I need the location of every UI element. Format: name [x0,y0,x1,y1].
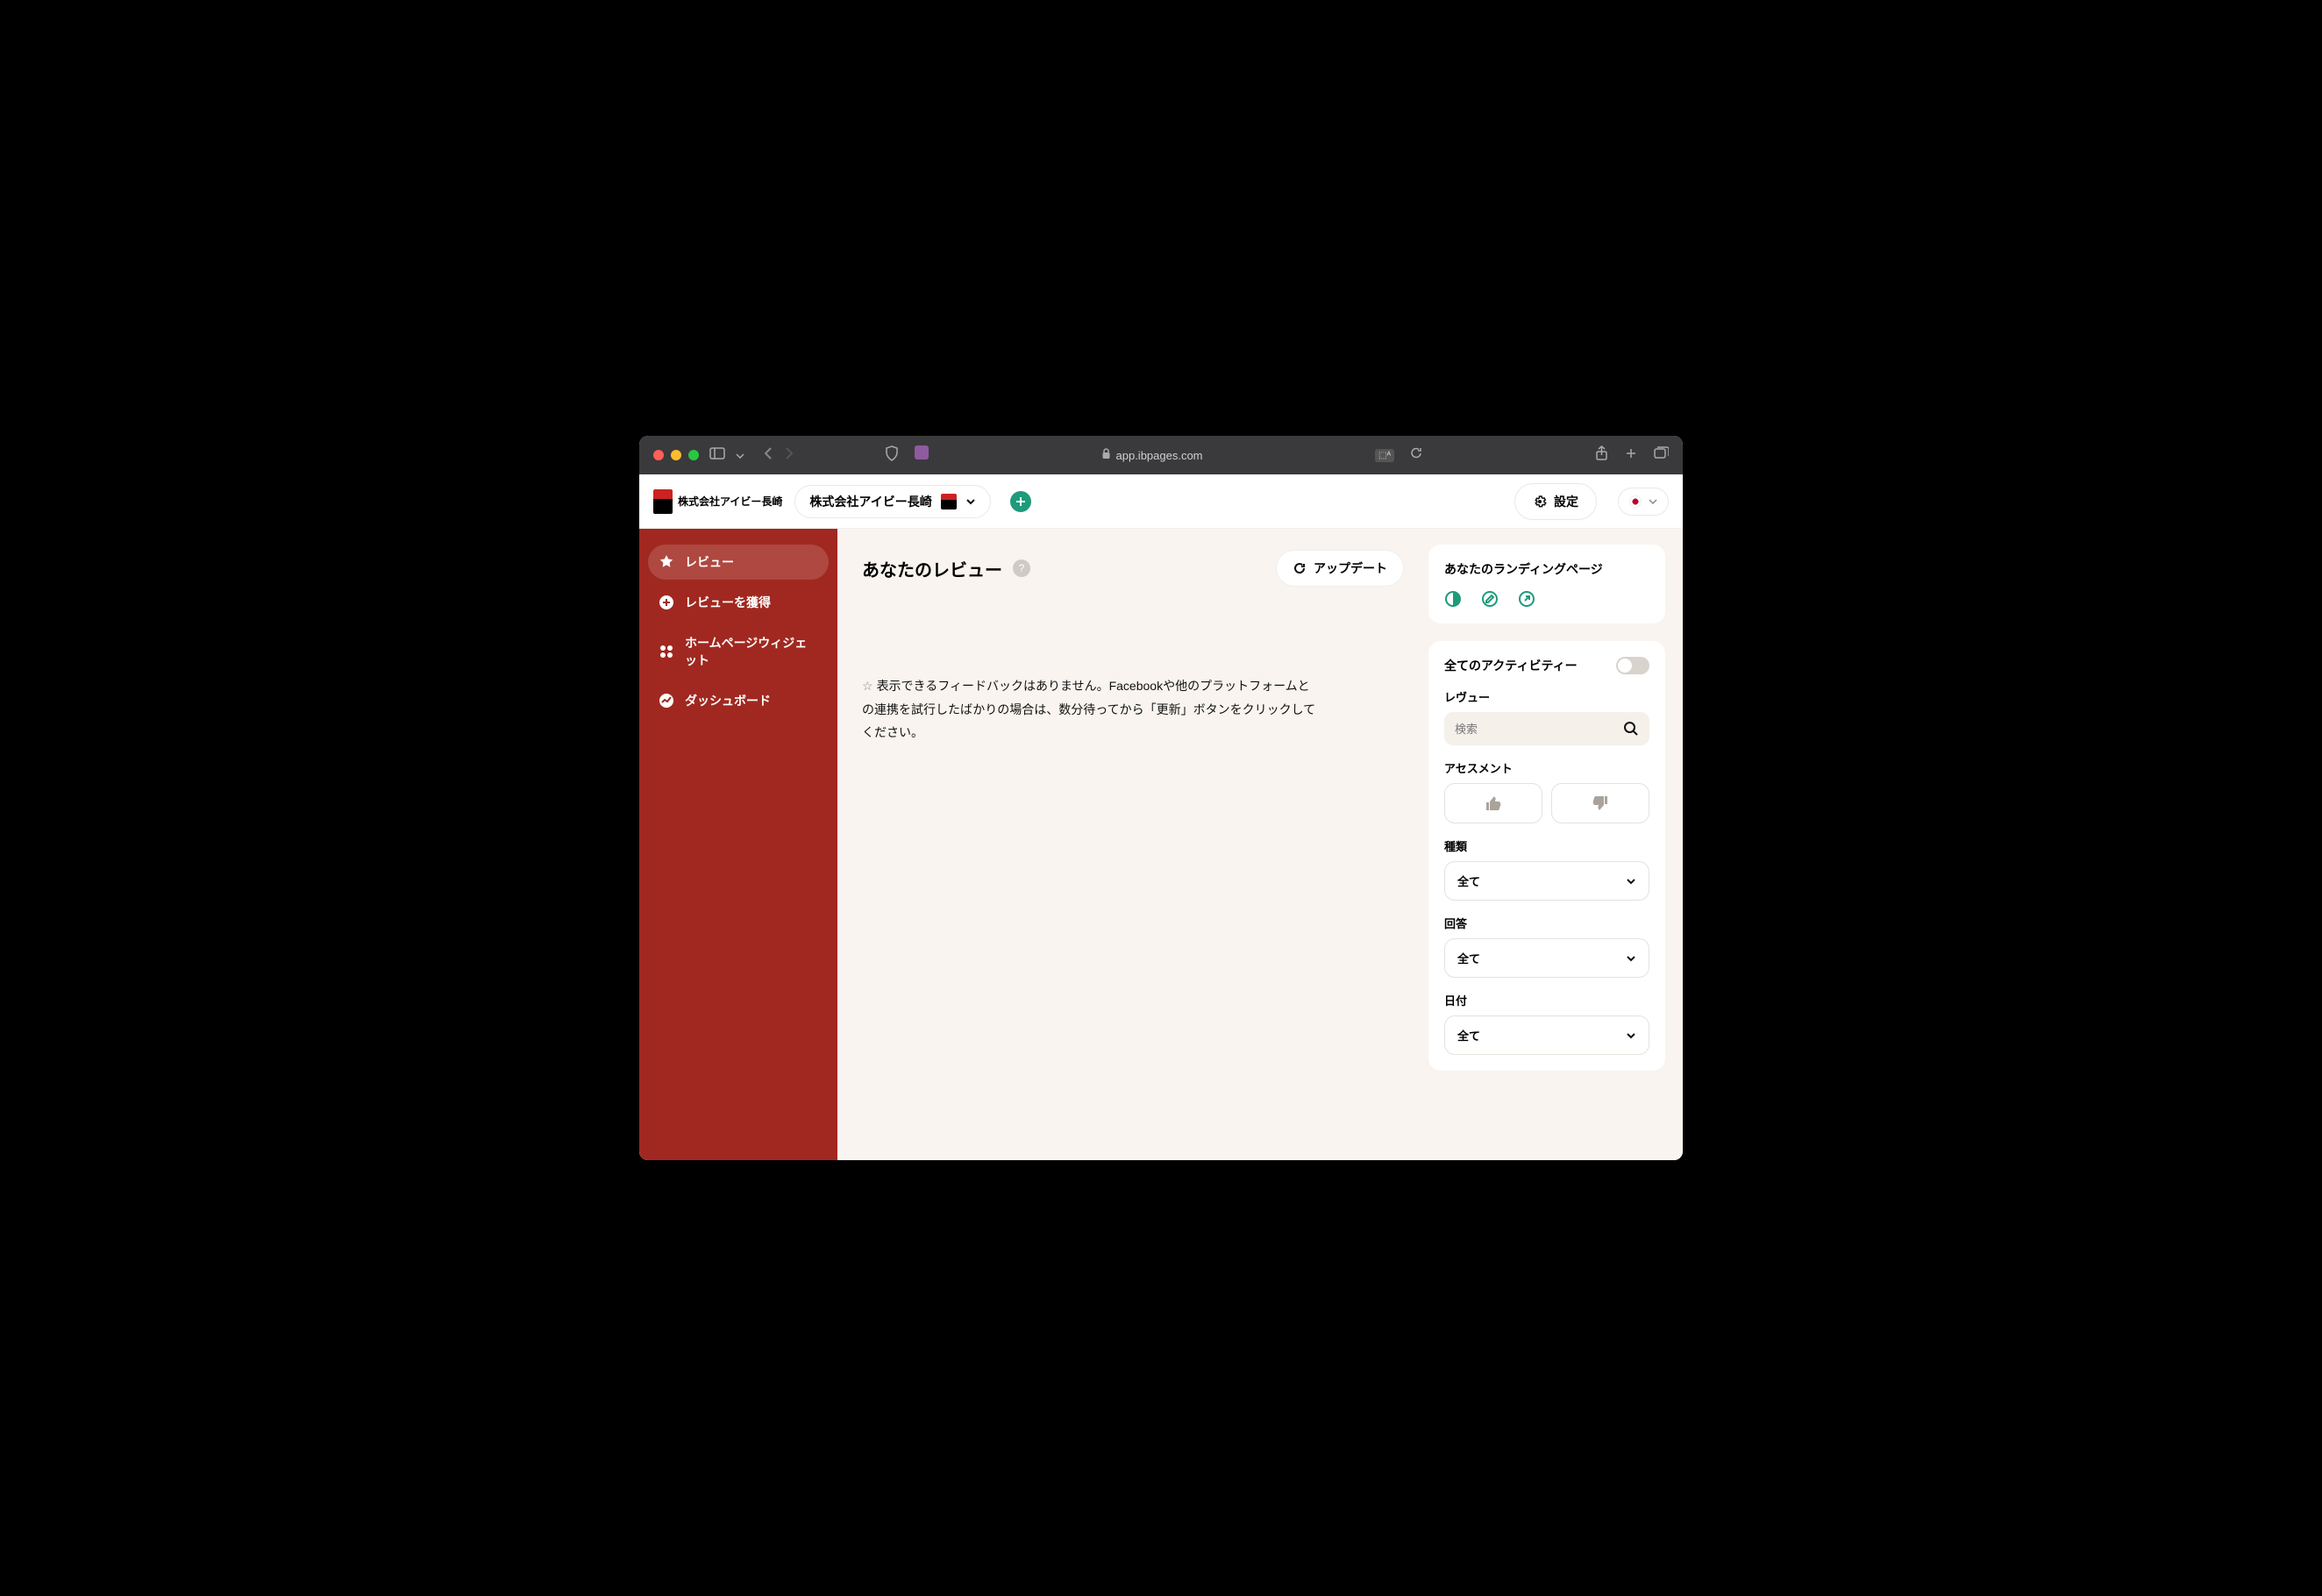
org-mini-logo-icon [941,494,957,509]
open-landing-icon[interactable] [1518,590,1535,608]
chevron-down-icon[interactable] [736,447,744,463]
refresh-icon [1293,561,1307,575]
browser-toolbar: app.ibpages.com ⬚ᴬ [639,436,1683,474]
add-button[interactable] [1010,491,1031,512]
grid-icon [659,644,674,659]
reload-icon[interactable] [1410,446,1423,464]
chevron-down-icon [1626,878,1636,885]
activity-title: 全てのアクティビティー [1444,657,1578,674]
chevron-down-icon [1626,955,1636,962]
thumbs-up-icon [1485,794,1502,812]
chevron-down-icon [1626,1032,1636,1039]
logo-icon [653,489,673,514]
sidebar-toggle-icon[interactable] [709,447,725,464]
date-value: 全て [1457,1027,1480,1044]
logo-text: 株式会社アイビー長崎 [678,494,782,509]
answer-select[interactable]: 全て [1444,938,1649,978]
star-icon [659,554,674,570]
search-input[interactable] [1455,723,1623,736]
plus-circle-icon [659,595,674,610]
lock-icon [1101,448,1111,462]
org-name: 株式会社アイビー長崎 [809,493,931,510]
org-switcher[interactable]: 株式会社アイビー長崎 [794,485,990,518]
update-label: アップデート [1314,559,1387,577]
view-landing-icon[interactable] [1444,590,1462,608]
sidebar-item-widgets[interactable]: ホームページウィジェット [648,625,829,678]
chart-icon [659,693,674,709]
maximize-window-button[interactable] [688,450,699,460]
share-icon[interactable] [1595,445,1608,466]
window-controls [653,450,699,460]
thumbs-up-button[interactable] [1444,783,1542,823]
chevron-down-icon [1649,499,1657,504]
edit-landing-icon[interactable] [1481,590,1499,608]
date-select[interactable]: 全て [1444,1015,1649,1055]
sidebar: レビュー レビューを獲得 ホームページウィジェット ダッシュボード [639,529,837,1160]
thumbs-down-icon [1592,794,1609,812]
tabs-overview-icon[interactable] [1654,446,1669,464]
search-icon [1623,721,1639,737]
right-panel: あなたのランディングページ 全てのアクティビティー [1428,529,1683,1160]
back-button[interactable] [764,446,773,465]
landing-page-card: あなたのランディングページ [1428,545,1665,623]
assessment-label: アセスメント [1444,759,1649,776]
sidebar-item-label: レビュー [685,553,734,571]
new-tab-icon[interactable] [1624,446,1638,465]
forward-button[interactable] [785,446,794,465]
app-logo[interactable]: 株式会社アイビー長崎 [653,484,782,519]
main-content: あなたのレビュー ? アップデート ☆表示できるフィードバックはありません。Fa… [837,529,1428,1160]
type-select[interactable]: 全て [1444,861,1649,901]
jp-flag-icon [1629,495,1642,508]
sidebar-item-reviews[interactable]: レビュー [648,545,829,580]
extension-icon[interactable] [915,445,929,460]
search-box[interactable] [1444,712,1649,745]
empty-state: ☆表示できるフィードバックはありません。Facebookや他のプラットフォームと… [862,674,1318,745]
update-button[interactable]: アップデート [1276,550,1404,587]
page-title: あなたのレビュー [862,556,1002,581]
help-icon[interactable]: ? [1013,559,1030,577]
locale-switcher[interactable] [1618,488,1669,516]
empty-message-text: 表示できるフィードバックはありません。Facebookや他のプラットフォームとの… [862,679,1315,739]
sidebar-item-label: ホームページウィジェット [685,634,818,669]
sidebar-item-label: ダッシュボード [685,692,771,709]
filters-card: 全てのアクティビティー レヴュー アセスメント [1428,641,1665,1071]
address-bar[interactable]: app.ibpages.com [939,448,1364,462]
answer-label: 回答 [1444,915,1649,931]
review-filter-label: レヴュー [1444,688,1649,705]
app-body: レビュー レビューを獲得 ホームページウィジェット ダッシュボード あなたのレビ… [639,529,1683,1160]
type-value: 全て [1457,873,1480,889]
sidebar-item-label: レビューを獲得 [685,594,771,611]
gear-icon [1533,495,1547,509]
settings-label: 設定 [1554,493,1578,510]
page-header: あなたのレビュー ? アップデート [862,550,1404,587]
browser-window: app.ibpages.com ⬚ᴬ 株式会社アイビー長崎 株式会社アイビー長崎 [639,436,1683,1160]
star-outline-icon: ☆ [862,679,873,693]
translate-icon[interactable]: ⬚ᴬ [1375,449,1394,462]
chevron-down-icon [965,498,976,505]
date-label: 日付 [1444,992,1649,1008]
settings-button[interactable]: 設定 [1514,483,1597,520]
sidebar-item-get-reviews[interactable]: レビューを獲得 [648,585,829,620]
app-header: 株式会社アイビー長崎 株式会社アイビー長崎 設定 [639,474,1683,529]
type-label: 種類 [1444,837,1649,854]
sidebar-item-dashboard[interactable]: ダッシュボード [648,683,829,718]
answer-value: 全て [1457,950,1480,966]
thumbs-down-button[interactable] [1551,783,1649,823]
url-host: app.ibpages.com [1116,449,1203,462]
minimize-window-button[interactable] [671,450,681,460]
landing-page-title: あなたのランディングページ [1444,560,1649,578]
privacy-shield-icon[interactable] [885,445,899,466]
close-window-button[interactable] [653,450,664,460]
activity-toggle[interactable] [1616,657,1649,674]
